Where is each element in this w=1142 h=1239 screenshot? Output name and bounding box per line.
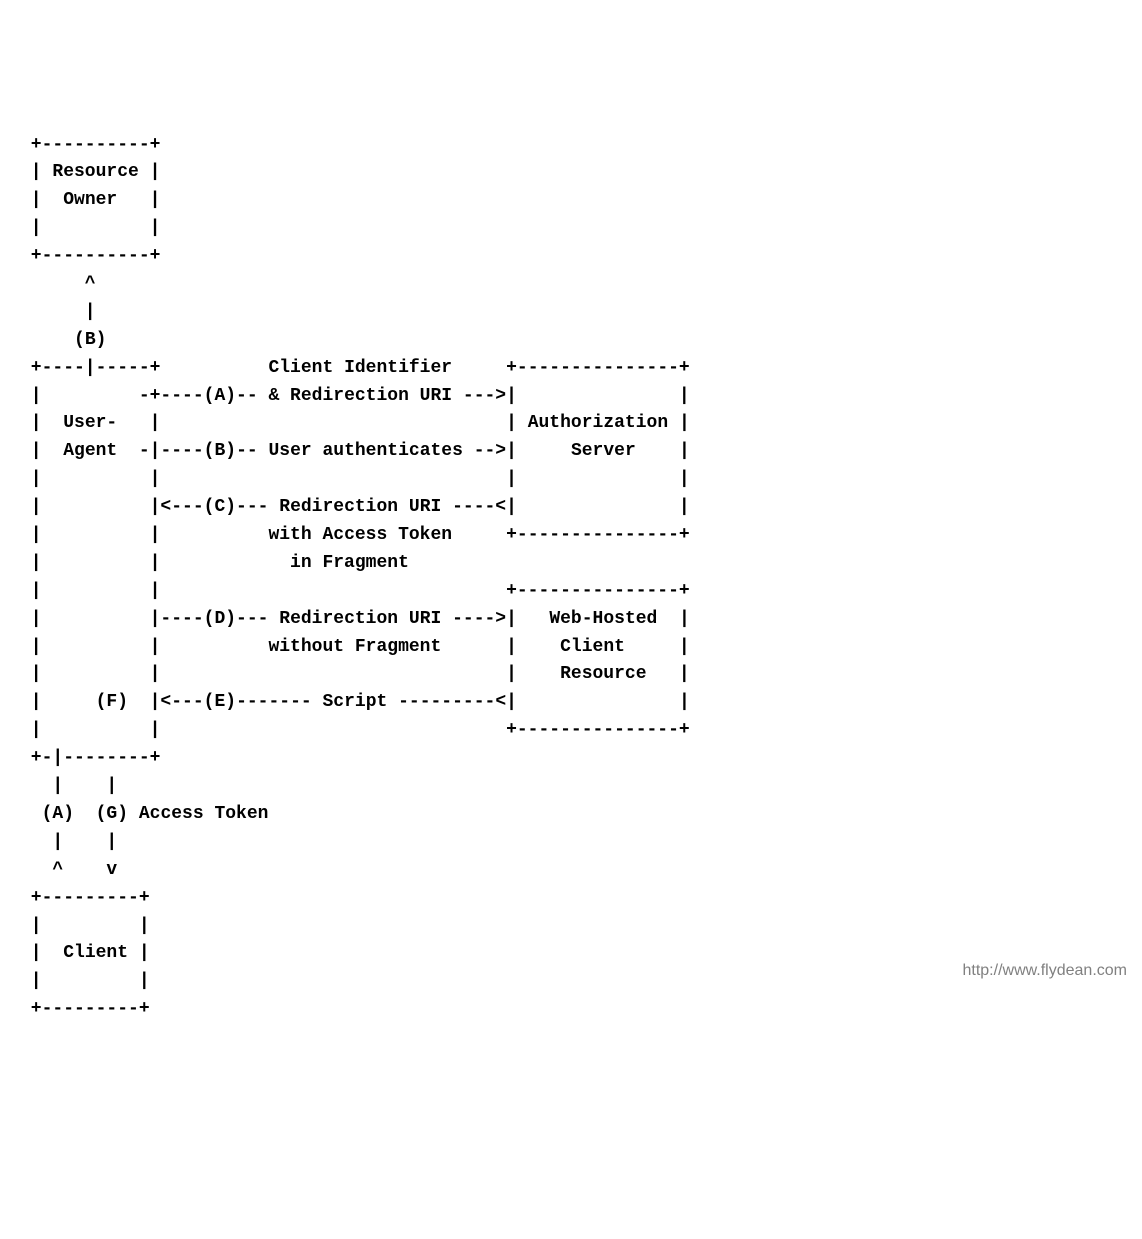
auth-server-label-1: Authorization [528,413,668,433]
ascii-diagram: +----------+ | Resource | | Owner | | | … [20,132,1122,1025]
flow-f-step: (F) [96,692,128,712]
flow-d-step: (D) [204,609,236,629]
flow-a-bottom-step: (A) [42,804,74,824]
resource-owner-label-1: Resource [52,162,138,182]
flow-c-label-2: with Access Token [268,525,452,545]
web-hosted-label-2: Client [560,637,625,657]
flow-c-label-3: in Fragment [290,553,409,573]
web-hosted-label-3: Resource [560,664,646,684]
user-agent-label-2: Agent [63,441,117,461]
flow-b-top-step: (B) [74,330,106,350]
flow-e-label: Script [322,692,387,712]
flow-e-step: (E) [204,692,236,712]
flow-g-step: (G) [96,804,128,824]
flow-d-label-1: Redirection URI [279,609,441,629]
flow-a-top-step: (A) [204,386,236,406]
resource-owner-label-2: Owner [63,190,117,210]
flow-a-label-2: & Redirection URI [268,386,452,406]
flow-g-label: Access Token [139,804,269,824]
user-agent-label-1: User- [63,413,117,433]
flow-b-mid-label: User authenticates [268,441,462,461]
flow-c-label-1: Redirection URI [279,497,441,517]
flow-c-step: (C) [204,497,236,517]
client-label: Client [63,943,128,963]
flow-a-label-1: Client Identifier [268,358,452,378]
auth-server-label-2: Server [571,441,636,461]
web-hosted-label-1: Web-Hosted [549,609,657,629]
flow-d-label-2: without Fragment [268,637,441,657]
attribution-text: http://www.flydean.com [962,959,1127,984]
flow-b-mid-step: (B) [204,441,236,461]
